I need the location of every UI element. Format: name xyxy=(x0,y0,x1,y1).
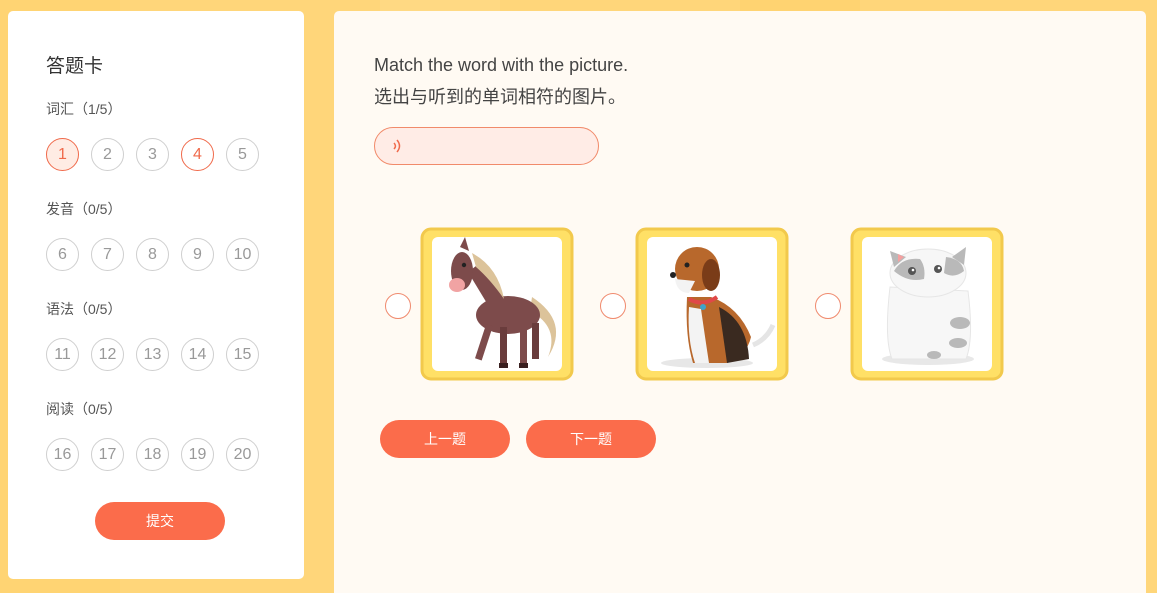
question-number-13[interactable]: 13 xyxy=(136,338,169,371)
question-number-2[interactable]: 2 xyxy=(91,138,124,171)
question-number-16[interactable]: 16 xyxy=(46,438,79,471)
question-number-11[interactable]: 11 xyxy=(46,338,79,371)
question-number-9[interactable]: 9 xyxy=(181,238,214,271)
option-radio-horse[interactable] xyxy=(385,293,411,319)
question-row-grammar: 11 12 13 14 15 xyxy=(46,338,259,371)
audio-play-bar[interactable] xyxy=(374,127,599,165)
option-radio-cat[interactable] xyxy=(815,293,841,319)
question-number-15[interactable]: 15 xyxy=(226,338,259,371)
section-label-reading: 阅读（0/5） xyxy=(46,401,122,417)
cat-picture-icon xyxy=(850,227,1004,381)
question-number-18[interactable]: 18 xyxy=(136,438,169,471)
instruction-english: Match the word with the picture. xyxy=(374,55,629,75)
picture-card-dog[interactable] xyxy=(635,227,789,381)
question-number-19[interactable]: 19 xyxy=(181,438,214,471)
instruction-chinese: 选出与听到的单词相符的图片。 xyxy=(374,87,626,107)
question-row-reading: 16 17 18 19 20 xyxy=(46,438,259,471)
question-number-17[interactable]: 17 xyxy=(91,438,124,471)
question-row-vocabulary: 1 2 3 4 5 xyxy=(46,138,259,171)
previous-question-button[interactable]: 上一题 xyxy=(380,420,510,458)
picture-card-cat[interactable] xyxy=(850,227,1004,381)
question-number-5[interactable]: 5 xyxy=(226,138,259,171)
option-radio-dog[interactable] xyxy=(600,293,626,319)
question-number-1[interactable]: 1 xyxy=(46,138,79,171)
question-number-4[interactable]: 4 xyxy=(181,138,214,171)
question-number-20[interactable]: 20 xyxy=(226,438,259,471)
question-number-7[interactable]: 7 xyxy=(91,238,124,271)
speaker-icon xyxy=(393,139,401,153)
question-panel: Match the word with the picture. 选出与听到的单… xyxy=(334,11,1146,593)
question-number-3[interactable]: 3 xyxy=(136,138,169,171)
next-question-button[interactable]: 下一题 xyxy=(526,420,656,458)
answer-card-panel: 答题卡 词汇（1/5） 1 2 3 4 5 发音（0/5） 6 7 8 9 10… xyxy=(8,11,304,579)
submit-button[interactable]: 提交 xyxy=(95,502,225,540)
question-number-6[interactable]: 6 xyxy=(46,238,79,271)
answer-card-title: 答题卡 xyxy=(46,56,104,77)
question-number-14[interactable]: 14 xyxy=(181,338,214,371)
question-number-8[interactable]: 8 xyxy=(136,238,169,271)
dog-picture-icon xyxy=(635,227,789,381)
section-label-grammar: 语法（0/5） xyxy=(46,301,122,317)
question-number-10[interactable]: 10 xyxy=(226,238,259,271)
horse-picture-icon xyxy=(420,227,574,381)
question-row-pronunciation: 6 7 8 9 10 xyxy=(46,238,259,271)
picture-card-horse[interactable] xyxy=(420,227,574,381)
section-label-vocabulary: 词汇（1/5） xyxy=(46,101,122,117)
section-label-pronunciation: 发音（0/5） xyxy=(46,201,122,217)
question-number-12[interactable]: 12 xyxy=(91,338,124,371)
